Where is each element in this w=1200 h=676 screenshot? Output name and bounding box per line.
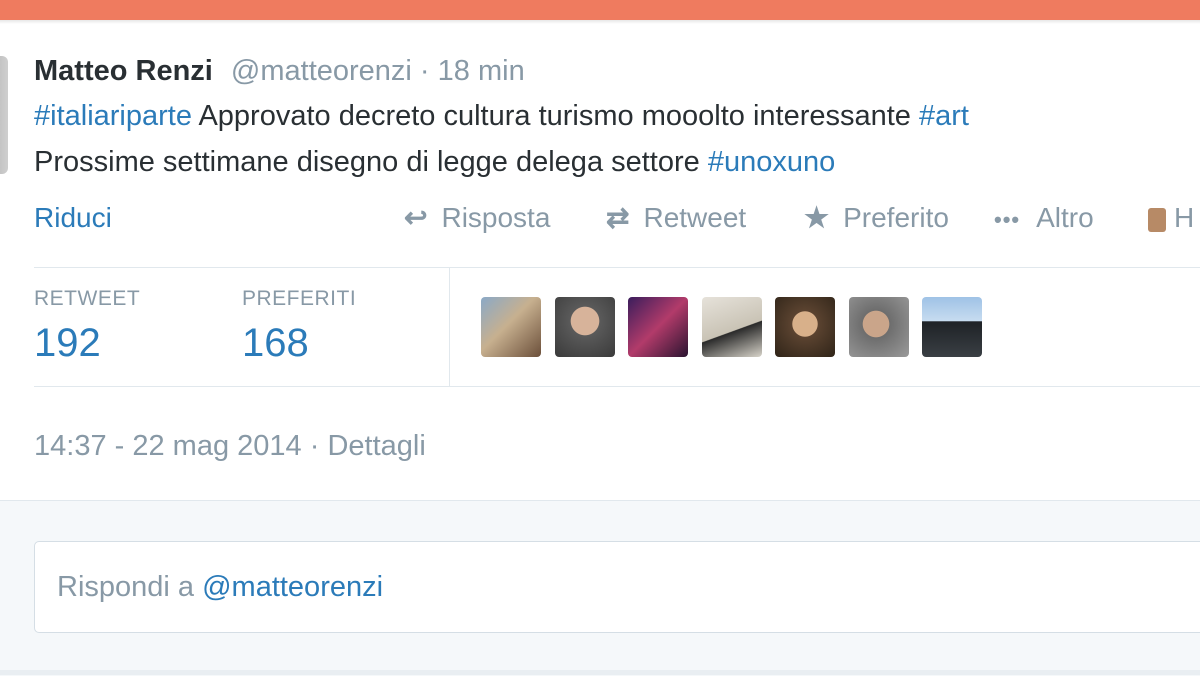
user-avatar[interactable] (702, 297, 762, 357)
divider-bottom (34, 386, 1200, 387)
user-avatar[interactable] (775, 297, 835, 357)
retweet-count-label: RETWEET (34, 287, 141, 310)
user-avatar[interactable] (922, 297, 982, 357)
reply-placeholder: Rispondi a @matteorenzi (57, 568, 383, 606)
extra-label: H (1174, 202, 1195, 233)
tweet-text-line-2: Prossime settimane disegno di legge dele… (34, 142, 835, 182)
retweet-stat[interactable]: RETWEET 192 (34, 286, 140, 366)
hashtag-link[interactable]: #art (919, 100, 969, 132)
details-link[interactable]: Dettagli (327, 430, 425, 462)
retweet-label: Retweet (643, 202, 747, 233)
stats-divider (449, 268, 450, 386)
user-avatar[interactable] (849, 297, 909, 357)
reply-area: Rispondi a @matteorenzi (0, 500, 1200, 676)
collapse-link[interactable]: Riduci (34, 198, 112, 238)
tweet-text-line-1: #italiariparte Approvato decreto cultura… (34, 96, 969, 136)
author-name[interactable]: Matteo Renzi (34, 55, 213, 87)
reply-area-bottom-border (0, 670, 1200, 675)
favorite-label: Preferito (843, 202, 949, 233)
tweet-text: Prossime settimane disegno di legge dele… (34, 146, 708, 178)
tweet-header: Matteo Renzi @matteorenzi · 18 min (34, 52, 525, 92)
header-separator: · (419, 55, 430, 87)
retweet-icon: ⇄ (606, 202, 630, 233)
divider-top (34, 267, 1200, 268)
favorite-count[interactable]: 168 (242, 320, 356, 366)
reply-mention: @matteorenzi (202, 571, 384, 603)
hashtag-link[interactable]: #italiariparte (34, 100, 192, 132)
author-handle[interactable]: @matteorenzi (231, 55, 412, 87)
favorite-stat[interactable]: PREFERITI 168 (242, 286, 356, 366)
favorite-button[interactable]: ★ Preferito (804, 198, 949, 238)
tweet-timestamp: 14:37 - 22 mag 2014 · Dettagli (34, 426, 426, 466)
more-dots-icon: ••• (994, 207, 1021, 232)
hashtag-link[interactable]: #unoxuno (708, 146, 835, 178)
retweet-count[interactable]: 192 (34, 320, 140, 366)
extra-icon (1148, 207, 1166, 232)
top-bar-shadow (0, 20, 1200, 24)
reply-button[interactable]: ↩ Risposta (404, 198, 550, 238)
tweet-text: Approvato decreto cultura turismo mooolt… (191, 100, 919, 132)
reply-input[interactable]: Rispondi a @matteorenzi (34, 541, 1200, 633)
more-label: Altro (1036, 202, 1094, 233)
tweet-actions-bar: Riduci ↩ Risposta ⇄ Retweet ★ Preferito •••… (0, 198, 1200, 238)
retweet-button[interactable]: ⇄ Retweet (606, 198, 746, 238)
favorite-count-label: PREFERITI (242, 287, 357, 310)
more-button[interactable]: ••• Altro (994, 198, 1094, 240)
top-accent-bar (0, 0, 1200, 20)
timestamp-separator: · (309, 430, 320, 462)
reply-prefix: Rispondi a (57, 571, 203, 603)
tweet-time-ago[interactable]: 18 min (438, 55, 525, 87)
author-avatar[interactable] (0, 56, 8, 174)
user-avatar[interactable] (481, 297, 541, 357)
user-avatar[interactable] (628, 297, 688, 357)
tweet-datetime[interactable]: 14:37 - 22 mag 2014 (34, 430, 302, 462)
extra-action-button[interactable]: H (1148, 198, 1194, 238)
star-icon: ★ (804, 202, 830, 233)
reply-arrow-icon: ↩ (404, 202, 428, 233)
reply-label: Risposta (441, 202, 551, 233)
user-avatar[interactable] (555, 297, 615, 357)
